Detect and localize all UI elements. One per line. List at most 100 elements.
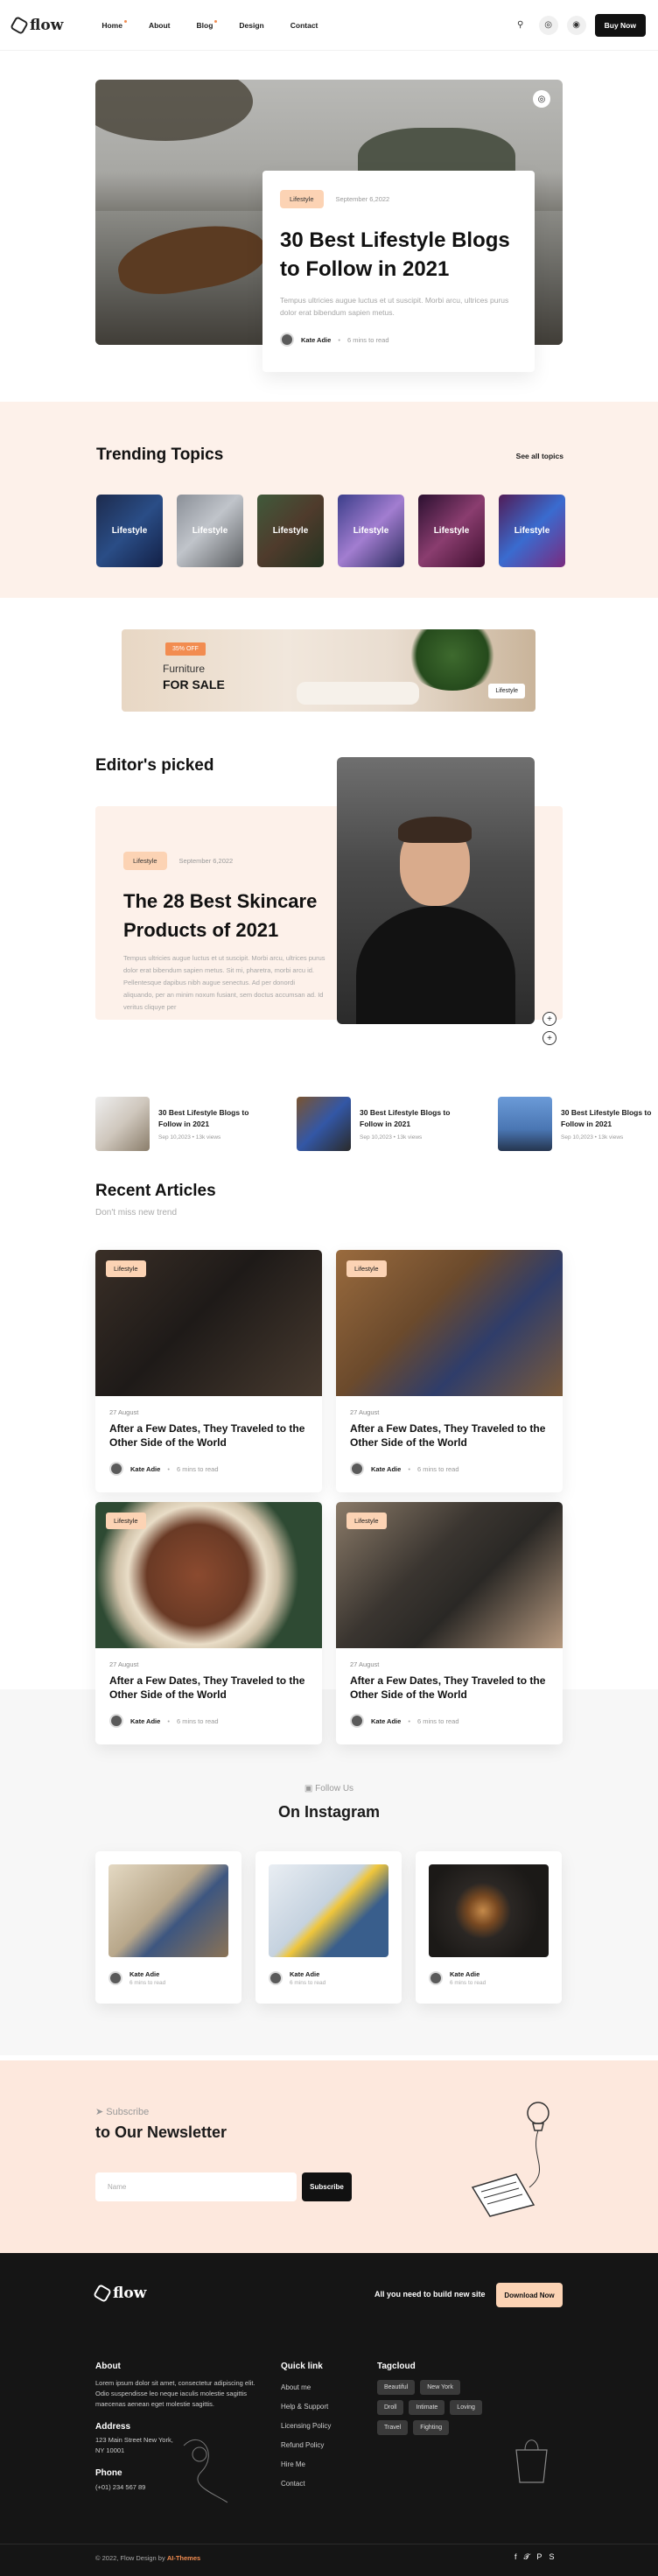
tag-chip[interactable]: Fighting: [413, 2420, 450, 2435]
quick-link[interactable]: Hire Me: [281, 2455, 331, 2474]
tag-chip[interactable]: Droll: [377, 2400, 404, 2415]
menu-design[interactable]: Design: [239, 21, 263, 30]
footer-cta-text: All you need to build new site: [374, 2290, 486, 2299]
recent-articles-subtitle: Don't miss new trend: [95, 1208, 178, 1218]
instagram-card[interactable]: Kate Adie 6 mins to read: [416, 1851, 562, 2004]
instagram-card[interactable]: Kate Adie 6 mins to read: [95, 1851, 242, 2004]
next-arrow-icon[interactable]: +: [542, 1012, 556, 1026]
tagcloud: Beautiful New York Droll Intimate Loving…: [377, 2380, 482, 2435]
article-image: Lifestyle: [336, 1502, 563, 1648]
social-links: f 𝓣 P S: [514, 2552, 554, 2562]
footer-bag-illustration: [515, 2439, 548, 2483]
tag-chip[interactable]: Travel: [377, 2420, 409, 2435]
instagram-image: [269, 1864, 388, 1957]
instagram-title: On Instagram: [277, 1803, 381, 1821]
hero-card[interactable]: Lifestyle September 6,2022 30 Best Lifest…: [262, 171, 535, 372]
tag-chip[interactable]: Intimate: [409, 2400, 445, 2415]
photo-hair: [398, 817, 472, 843]
recent-articles-title: Recent Articles: [95, 1182, 216, 1200]
top-nav: flow Home About Blog Design Contact ⚲ ◎ …: [0, 0, 658, 51]
mini-post[interactable]: 30 Best Lifestyle Blogs to Follow in 202…: [498, 1097, 658, 1151]
topic-card[interactable]: Lifestyle: [418, 495, 485, 567]
topic-card[interactable]: Lifestyle: [96, 495, 163, 567]
newsletter-section: ➤ Subscribe to Our Newsletter: [0, 2060, 658, 2253]
topic-card[interactable]: Lifestyle: [257, 495, 324, 567]
mini-post-thumbnail: [297, 1097, 351, 1151]
article-card[interactable]: Lifestyle 27 August After a Few Dates, Th…: [95, 1250, 322, 1492]
furniture-ad-banner[interactable]: 35% OFF Furniture FOR SALE Lifestyle: [122, 629, 536, 712]
tag-chip[interactable]: Beautiful: [377, 2380, 416, 2395]
pinterest-icon[interactable]: P: [536, 2552, 542, 2562]
tag-chip[interactable]: Loving: [450, 2400, 482, 2415]
footer-sketch-illustration: [183, 2439, 228, 2503]
mini-post-list: 30 Best Lifestyle Blogs to Follow in 202…: [95, 1097, 658, 1151]
instagram-image: [108, 1864, 228, 1957]
photo-body: [356, 906, 515, 1024]
topic-card[interactable]: Lifestyle: [499, 495, 565, 567]
instagram-card[interactable]: Kate Adie 6 mins to read: [256, 1851, 402, 2004]
follow-us-label: ▣ Follow Us: [304, 1784, 354, 1793]
editors-picked-title: Editor's picked: [95, 756, 214, 775]
quick-link[interactable]: About me: [281, 2378, 331, 2397]
mini-post[interactable]: 30 Best Lifestyle Blogs to Follow in 202…: [95, 1097, 267, 1151]
dot-separator: •: [408, 1464, 410, 1473]
quick-link[interactable]: Help & Support: [281, 2397, 331, 2417]
topic-card[interactable]: Lifestyle: [338, 495, 404, 567]
quick-link[interactable]: Contact: [281, 2474, 331, 2494]
tagcloud-heading: Tagcloud: [377, 2362, 416, 2371]
lightbulb-icon[interactable]: ◎: [533, 90, 550, 108]
avatar: [109, 1462, 123, 1476]
avatar: [429, 1971, 443, 1985]
avatar: [108, 1971, 122, 1985]
footer-logo[interactable]: flow: [93, 2284, 146, 2303]
skype-icon[interactable]: S: [549, 2552, 554, 2562]
article-card[interactable]: Lifestyle 27 August After a Few Dates, Th…: [336, 1502, 563, 1744]
hero-tag[interactable]: Lifestyle: [280, 190, 324, 208]
editor-post-title[interactable]: The 28 Best Skincare Products of 2021: [123, 887, 325, 944]
tag-chip[interactable]: New York: [420, 2380, 460, 2395]
see-all-topics-link[interactable]: See all topics: [516, 452, 564, 460]
about-text: Lorem ipsum dolor sit amet, consectetur …: [95, 2379, 256, 2408]
editor-tag[interactable]: Lifestyle: [123, 852, 167, 870]
avatar: [269, 1971, 283, 1985]
prev-arrow-icon[interactable]: +: [542, 1031, 556, 1045]
twitter-icon[interactable]: 𝓣: [524, 2552, 530, 2562]
ad-tag[interactable]: Lifestyle: [488, 684, 525, 698]
address-text: 123 Main Street New York, NY 10001: [95, 2436, 173, 2454]
avatar: [350, 1714, 364, 1728]
editor-photo[interactable]: [337, 757, 535, 1024]
hero-excerpt: Tempus ultricies augue luctus et ut susc…: [280, 296, 509, 317]
avatar: [350, 1462, 364, 1476]
ad-line-1: Furniture: [163, 663, 206, 675]
quick-link[interactable]: Refund Policy: [281, 2436, 331, 2455]
ad-sofa: [297, 682, 419, 705]
article-card[interactable]: Lifestyle 27 August After a Few Dates, Th…: [336, 1250, 563, 1492]
dot-separator: •: [408, 1716, 410, 1725]
lightbulb-icon[interactable]: ◎: [538, 15, 558, 35]
brand-link[interactable]: AI-Themes: [167, 2554, 200, 2562]
buy-now-button[interactable]: Buy Now: [594, 13, 646, 37]
menu-contact[interactable]: Contact: [290, 21, 318, 30]
menu-about[interactable]: About: [149, 21, 171, 30]
menu-home[interactable]: Home: [102, 19, 127, 30]
quick-link[interactable]: Licensing Policy: [281, 2417, 331, 2436]
article-card[interactable]: Lifestyle 27 August After a Few Dates, Th…: [95, 1502, 322, 1744]
search-icon[interactable]: ⚲: [511, 16, 530, 35]
topic-card[interactable]: Lifestyle: [177, 495, 243, 567]
trending-title: Trending Topics: [96, 446, 224, 464]
logo-icon: [93, 2284, 112, 2303]
nav-actions: ⚲ ◎ ◉ Buy Now: [511, 13, 646, 37]
bell-icon[interactable]: ◉: [566, 15, 586, 35]
mini-post[interactable]: 30 Best Lifestyle Blogs to Follow in 202…: [297, 1097, 468, 1151]
newsletter-name-input[interactable]: Name: [95, 2172, 297, 2201]
dot-separator: •: [338, 335, 340, 344]
download-now-button[interactable]: Download Now: [496, 2283, 563, 2307]
main-menu: Home About Blog Design Contact: [102, 19, 318, 30]
hero-tree: [95, 80, 253, 141]
logo[interactable]: flow: [10, 15, 63, 35]
menu-blog[interactable]: Blog: [197, 19, 218, 30]
facebook-icon[interactable]: f: [514, 2552, 517, 2562]
hero-title[interactable]: 30 Best Lifestyle Blogs to Follow in 202…: [280, 226, 517, 284]
discount-badge: 35% OFF: [165, 642, 206, 656]
subscribe-button[interactable]: Subscribe: [302, 2172, 352, 2201]
